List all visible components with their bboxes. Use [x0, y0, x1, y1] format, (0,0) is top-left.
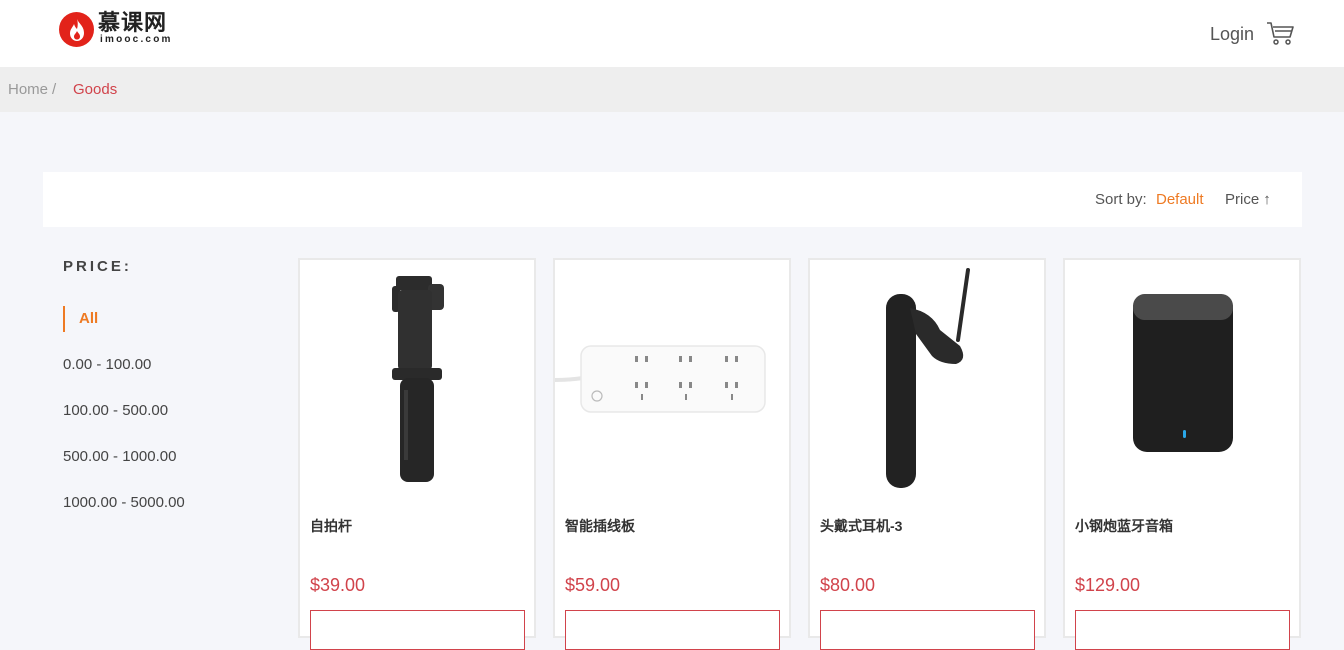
- logo-text-cn: 慕课网: [98, 11, 168, 36]
- goods-card[interactable]: 小钢炮蓝牙音箱 $129.00: [1063, 258, 1301, 650]
- sort-price-link[interactable]: Price ↑: [1225, 191, 1271, 208]
- logo-text-en: imooc.com: [100, 34, 173, 45]
- bluetooth-speaker-image[interactable]: [1065, 260, 1299, 496]
- bluetooth-earpiece-image[interactable]: [810, 260, 1044, 496]
- site-header: 慕课网 imooc.com Login: [0, 0, 1344, 67]
- sort-default-link[interactable]: Default: [1156, 191, 1204, 208]
- power-strip-image[interactable]: [554, 260, 789, 496]
- goods-card[interactable]: 头戴式耳机-3 $80.00: [808, 258, 1046, 650]
- sort-price-label: Price: [1225, 191, 1260, 208]
- price-filter-500-1000[interactable]: 500.00 - 1000.00: [63, 448, 176, 465]
- price-filter-0-100[interactable]: 0.00 - 100.00: [63, 356, 151, 373]
- price-filter-100-500[interactable]: 100.00 - 500.00: [63, 402, 168, 419]
- login-link[interactable]: Login: [1210, 24, 1254, 45]
- flame-logo-icon: [59, 12, 94, 47]
- add-to-cart-button[interactable]: [565, 610, 780, 650]
- goods-price: $39.00: [310, 575, 366, 595]
- goods-price: $80.00: [820, 575, 876, 595]
- sort-bar: Sort by: Default Price ↑: [43, 172, 1302, 227]
- goods-card[interactable]: 自拍杆 $39.00: [298, 258, 536, 650]
- goods-name[interactable]: 头戴式耳机-3: [820, 516, 902, 536]
- add-to-cart-button[interactable]: [1075, 610, 1290, 650]
- goods-card[interactable]: 智能插线板 $59.00: [553, 258, 791, 650]
- breadcrumb: Home / Goods: [0, 67, 1344, 112]
- goods-name[interactable]: 小钢炮蓝牙音箱: [1075, 516, 1173, 536]
- goods-price: $129.00: [1075, 575, 1141, 595]
- add-to-cart-button[interactable]: [820, 610, 1035, 650]
- goods-name[interactable]: 自拍杆: [310, 516, 352, 536]
- price-filter-all[interactable]: All: [63, 306, 98, 332]
- add-to-cart-button[interactable]: [310, 610, 525, 650]
- sort-label: Sort by:: [1095, 191, 1147, 208]
- imooc-logo[interactable]: 慕课网 imooc.com: [59, 12, 179, 48]
- filter-title: PRICE:: [63, 258, 132, 275]
- arrow-up-icon: ↑: [1263, 191, 1271, 208]
- selfie-stick-image[interactable]: [300, 260, 534, 496]
- price-filter-1000-5000[interactable]: 1000.00 - 5000.00: [63, 494, 185, 511]
- goods-price: $59.00: [565, 575, 621, 595]
- shopping-cart-icon[interactable]: [1266, 20, 1296, 46]
- goods-name[interactable]: 智能插线板: [565, 516, 635, 536]
- breadcrumb-separator: /: [52, 81, 57, 98]
- breadcrumb-current: Goods: [73, 81, 118, 98]
- breadcrumb-home-link[interactable]: Home: [8, 81, 48, 98]
